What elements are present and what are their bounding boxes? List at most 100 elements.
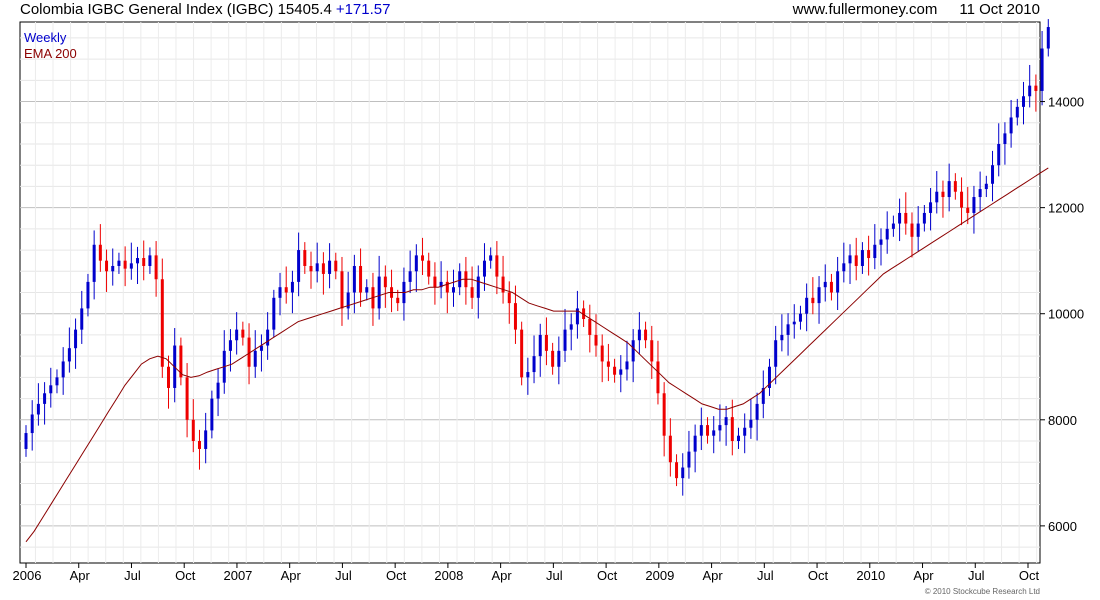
candle-body: [24, 433, 28, 449]
candle-body: [359, 265, 363, 293]
candle-body: [476, 276, 480, 298]
x-tick-label: Jul: [968, 568, 985, 583]
y-tick-label: 10000: [1048, 307, 1084, 322]
candle-body: [860, 250, 864, 266]
candle-body: [755, 403, 759, 420]
candle-body: [1040, 48, 1044, 91]
candle-body: [953, 181, 957, 192]
candle-body: [365, 287, 369, 293]
candle-body: [191, 419, 195, 442]
candle-body: [551, 350, 555, 367]
x-tick-label: Oct: [386, 568, 407, 583]
candle-body: [867, 250, 871, 259]
candle-body: [427, 260, 431, 277]
candle-body: [1034, 85, 1038, 91]
candle-body: [396, 297, 400, 304]
candle-body: [823, 281, 827, 288]
candle-body: [30, 414, 34, 434]
candle-body: [278, 287, 282, 298]
candle-body: [786, 324, 790, 335]
candle-body: [67, 348, 71, 362]
candle-body: [123, 260, 127, 269]
candlestick-chart: 60008000100001200014000 2006 Apr Jul Oct 200…: [13, 19, 1084, 596]
candle-body: [1028, 85, 1032, 97]
x-tick-label: 2008: [434, 568, 463, 583]
candle-body: [297, 250, 301, 282]
candle-body: [538, 334, 542, 357]
candle-body: [588, 319, 592, 335]
candle-body: [966, 207, 970, 213]
candle-body: [340, 271, 344, 309]
candle-body: [433, 276, 437, 288]
candle-body: [972, 197, 976, 213]
y-tick-label: 6000: [1048, 519, 1077, 534]
candle-body: [129, 263, 133, 269]
x-tick-label: 2007: [223, 568, 252, 583]
x-tick-label: Apr: [492, 568, 513, 583]
candle-body: [681, 467, 685, 479]
candle-body: [798, 313, 802, 322]
candle-body: [92, 244, 96, 282]
candle-body: [737, 435, 741, 442]
candle-body: [613, 366, 617, 375]
candle-body: [80, 308, 84, 330]
candle-body: [879, 239, 883, 245]
candle-body: [1003, 133, 1007, 144]
candle-body: [650, 340, 654, 362]
candle-body: [904, 212, 908, 224]
x-tick-label: 2010: [856, 568, 885, 583]
candle-body: [235, 329, 239, 341]
candle-body: [98, 244, 102, 261]
x-tick-label: Oct: [175, 568, 196, 583]
legend-ema: EMA 200: [24, 46, 77, 61]
candle-body: [805, 297, 809, 314]
candle-body: [910, 223, 914, 237]
candle-body: [619, 369, 623, 375]
candle-body: [272, 297, 276, 330]
candle-body: [352, 265, 356, 293]
x-tick-label: Jul: [335, 568, 352, 583]
copyright: © 2010 Stockcube Research Ltd: [925, 587, 1040, 596]
candle-body: [544, 334, 548, 351]
candle-body: [204, 430, 208, 449]
candle-body: [228, 340, 232, 351]
candle-body: [997, 143, 1001, 166]
candle-body: [891, 223, 895, 229]
x-tick-label: 2006: [13, 568, 42, 583]
candle-body: [61, 361, 65, 378]
candle-body: [557, 350, 561, 367]
candle-body: [154, 255, 158, 280]
candle-body: [929, 202, 933, 213]
candle-body: [489, 255, 493, 261]
candle-body: [167, 366, 171, 388]
candle-body: [105, 260, 109, 272]
candle-body: [718, 425, 722, 431]
candle-body: [693, 435, 697, 452]
candle-body: [470, 287, 474, 298]
x-tick-label: Jul: [546, 568, 563, 583]
candle-body: [922, 212, 926, 224]
candle-body: [408, 271, 412, 282]
candle-body: [290, 281, 294, 293]
candle-body: [935, 191, 939, 203]
candle-body: [1009, 117, 1013, 134]
candle-body: [774, 340, 778, 367]
candle-body: [507, 292, 511, 304]
candle-body: [854, 255, 858, 266]
candle-body: [873, 244, 877, 259]
candle-body: [266, 329, 270, 346]
candle-body: [675, 462, 679, 479]
candle-body: [606, 361, 610, 367]
candle-body: [36, 403, 40, 415]
candle-body: [458, 271, 462, 288]
candle-body: [216, 382, 220, 399]
candle-body: [699, 425, 703, 436]
candle-body: [197, 441, 201, 449]
x-tick-label: Jul: [757, 568, 774, 583]
x-tick-label: Oct: [597, 568, 618, 583]
x-tick-label: Oct: [808, 568, 829, 583]
candle-body: [991, 165, 995, 184]
y-tick-label: 14000: [1048, 95, 1084, 110]
candle-body: [836, 271, 840, 293]
x-tick-label: 2009: [645, 568, 674, 583]
